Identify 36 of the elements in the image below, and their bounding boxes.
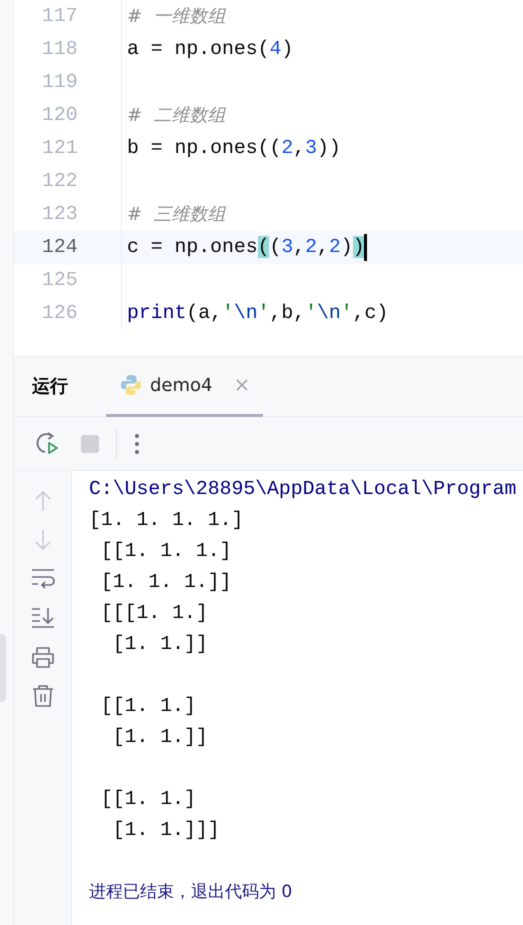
line-number: 117 <box>14 0 122 33</box>
panel-title: 运行 <box>32 375 68 399</box>
line-number: 121 <box>14 132 122 165</box>
trash-icon[interactable] <box>32 684 54 708</box>
console-line: [[1. 1.] <box>100 695 196 717</box>
console-line: C:\Users\28895\AppData\Local\Program <box>89 478 516 500</box>
code-line: b = np.ones((2,3)) <box>126 136 341 161</box>
console-line: [1. 1.]] <box>112 633 208 655</box>
code-line: print(a,'\n',b,'\n',c) <box>126 301 388 326</box>
code-line: # 一维数组 <box>126 4 226 28</box>
console-line: [[1. 1. 1.] <box>100 540 232 562</box>
console-line: [[1. 1.] <box>100 788 196 810</box>
code-line: # 二维数组 <box>126 104 226 128</box>
line-number: 126 <box>14 297 122 330</box>
console-line: [1. 1.]] <box>112 726 208 748</box>
line-number: 122 <box>14 165 122 198</box>
console-line: [1. 1. 1. 1.] <box>89 509 244 531</box>
code-line: a = np.ones(4) <box>126 37 294 62</box>
line-number: 125 <box>14 264 122 297</box>
line-number: 118 <box>14 33 122 66</box>
text-cursor <box>364 234 368 261</box>
more-icon[interactable] <box>133 432 141 456</box>
scroll-to-end-icon[interactable] <box>30 606 54 628</box>
line-number: 124 <box>14 231 122 264</box>
close-icon[interactable] <box>234 378 248 392</box>
soft-wrap-icon[interactable] <box>30 568 54 590</box>
python-icon <box>120 374 142 396</box>
code-line: # 三维数组 <box>126 202 226 226</box>
line-number: 119 <box>14 66 122 99</box>
console-line: [[[1. 1.] <box>100 602 208 624</box>
console-line: 进程已结束，退出代码为 0 <box>89 882 292 902</box>
console-line: [1. 1. 1.]] <box>100 571 232 593</box>
console-line: [1. 1.]]] <box>112 819 220 841</box>
printer-icon[interactable] <box>30 646 54 668</box>
code-line: c = np.ones((3,2,2)) <box>126 235 364 260</box>
line-number: 120 <box>14 99 122 132</box>
